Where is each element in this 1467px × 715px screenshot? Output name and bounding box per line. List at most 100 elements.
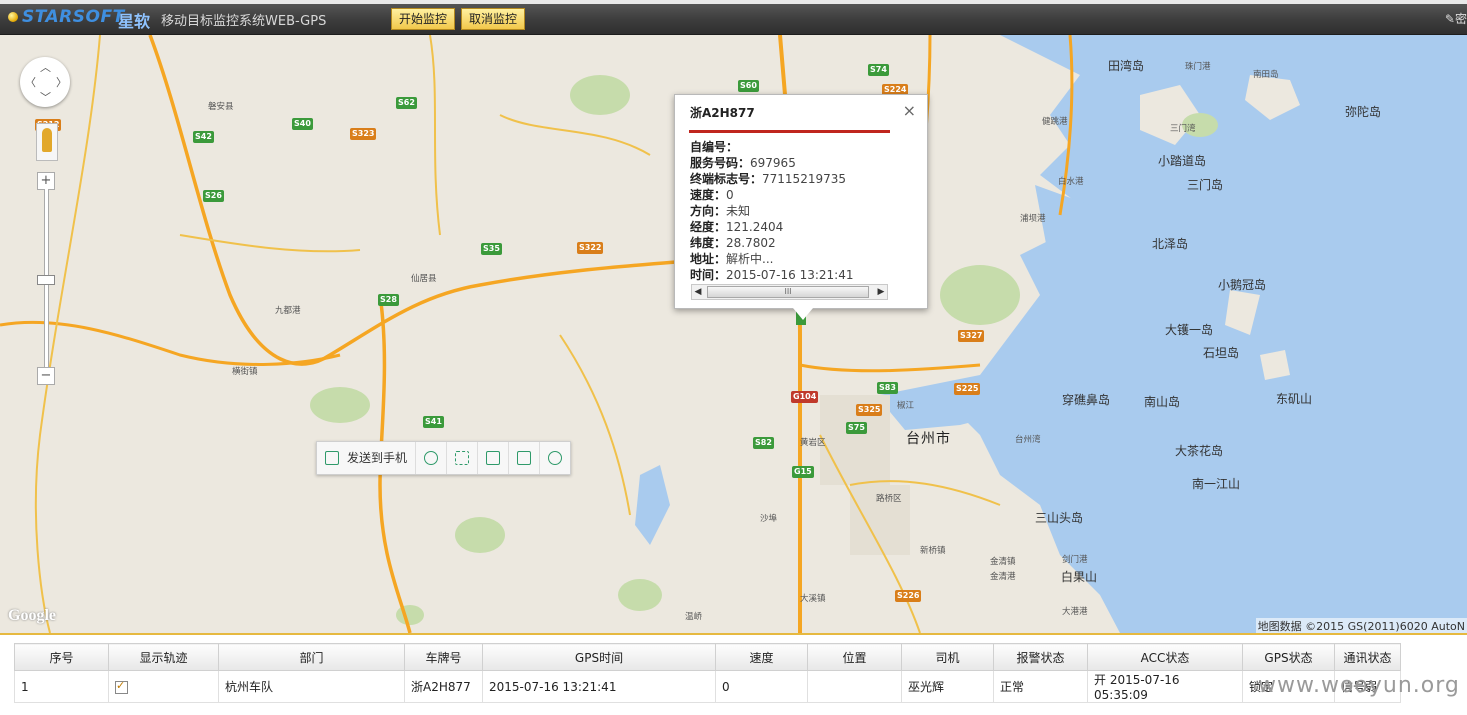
pan-up-icon[interactable]: ︿: [40, 59, 51, 75]
pan-down-icon[interactable]: ﹀: [40, 89, 51, 105]
place-label: 仙居县: [411, 274, 437, 284]
popup-value: 解析中...: [726, 252, 774, 266]
cell-plate: 浙A2H877: [404, 670, 483, 703]
road-shield: S74: [868, 64, 889, 76]
pan-left-icon[interactable]: 〈: [25, 74, 36, 90]
share-icon: [517, 451, 532, 465]
popup-h-scrollbar[interactable]: ◀ III ▶: [691, 284, 888, 300]
cell-index: 1: [14, 670, 109, 703]
place-label: 台州湾: [1015, 435, 1041, 445]
cell-driver: 巫光辉: [901, 670, 994, 703]
cloud-button[interactable]: [416, 442, 448, 474]
col-header[interactable]: 速度: [715, 643, 808, 671]
road-shield: G15: [792, 466, 814, 478]
popup-key: 服务号码：: [690, 156, 751, 170]
place-label: 大茶花岛: [1175, 444, 1224, 458]
logo-icon: [8, 12, 18, 22]
scroll-right-icon[interactable]: ▶: [875, 285, 887, 299]
popup-value: 未知: [726, 204, 751, 218]
map-toolbar: 发送到手机: [316, 441, 572, 475]
share-button[interactable]: [509, 442, 541, 474]
place-label: 剑门港: [1062, 555, 1088, 565]
place-label: 南山岛: [1144, 395, 1181, 409]
place-label: 磐安县: [208, 102, 234, 112]
logo-text: STARSOFT: [22, 7, 125, 27]
send-to-phone-label: 发送到手机: [347, 451, 408, 465]
road-shield: S83: [877, 382, 898, 394]
popup-row: 自编号：: [690, 139, 853, 155]
save-button[interactable]: [478, 442, 510, 474]
cell-dept: 杭州车队: [218, 670, 405, 703]
popup-row: 服务号码：697965: [690, 155, 853, 171]
place-label: 大港港: [1062, 607, 1088, 617]
place-label: 大溪镇: [800, 594, 826, 604]
cell-alarm: 正常: [993, 670, 1088, 703]
popup-key: 速度：: [690, 188, 727, 202]
close-icon[interactable]: ×: [903, 101, 916, 120]
settings-button[interactable]: [540, 442, 570, 474]
popup-row: 时间：2015-07-16 13:21:41: [690, 267, 853, 283]
road-shield: S325: [856, 404, 883, 416]
pencil-icon: ✎: [1444, 12, 1455, 26]
send-icon: [325, 451, 339, 465]
street-view-pegman-icon[interactable]: [36, 123, 58, 161]
start-monitor-button[interactable]: 开始监控: [391, 8, 456, 30]
col-header[interactable]: ACC状态: [1087, 643, 1243, 671]
road-shield: S28: [378, 294, 399, 306]
top-strip: [0, 0, 1467, 4]
pan-control[interactable]: ︿ ﹀ 〈 〉: [20, 57, 70, 107]
road-shield: S225: [954, 383, 981, 395]
scroll-left-icon[interactable]: ◀: [692, 285, 704, 299]
col-header[interactable]: 序号: [14, 643, 109, 671]
cell-show-track: [108, 670, 219, 703]
zoom-out-button[interactable]: −: [37, 367, 55, 385]
col-header[interactable]: 车牌号: [404, 643, 483, 671]
app-title: 移动目标监控系统WEB-GPS: [161, 14, 327, 29]
popup-divider: [689, 130, 890, 133]
col-header[interactable]: GPS时间: [482, 643, 716, 671]
pan-right-icon[interactable]: 〉: [56, 74, 67, 90]
road-shield: S26: [203, 190, 224, 202]
place-label: 三门湾: [1170, 124, 1196, 134]
place-label: 三山头岛: [1035, 511, 1084, 525]
col-header[interactable]: 报警状态: [993, 643, 1088, 671]
place-label: 浦坝港: [1020, 214, 1046, 224]
col-header[interactable]: 显示轨迹: [108, 643, 219, 671]
place-label: 穿礁鼻岛: [1062, 393, 1111, 407]
col-header[interactable]: 位置: [807, 643, 902, 671]
popup-key: 方向：: [690, 204, 727, 218]
password-link[interactable]: ✎密: [1445, 10, 1467, 27]
google-logo: Google: [8, 607, 56, 624]
place-label: 珠门港: [1185, 62, 1211, 72]
popup-row: 终端标志号：77115219735: [690, 171, 853, 187]
zoom-slider-thumb[interactable]: [37, 275, 55, 285]
send-to-phone-button[interactable]: 发送到手机: [317, 442, 417, 474]
place-label: 新桥镇: [920, 546, 946, 556]
road-shield: S75: [846, 422, 867, 434]
map-canvas[interactable]: 田湾岛 珠门港 南田岛 弥陀岛 三门湾 小踏道岛 三门岛 北泽岛 小鹅冠岛 大镬…: [0, 35, 1467, 633]
save-icon: [486, 451, 501, 465]
place-label: 石坦岛: [1203, 346, 1240, 360]
road-shield: S82: [753, 437, 774, 449]
popup-value: 2015-07-16 13:21:41: [726, 268, 854, 282]
cancel-monitor-button[interactable]: 取消监控: [461, 8, 526, 30]
col-header[interactable]: GPS状态: [1242, 643, 1335, 671]
col-header[interactable]: 部门: [218, 643, 405, 671]
table-row[interactable]: 1 杭州车队 浙A2H877 2015-07-16 13:21:41 0 巫光辉…: [14, 670, 1401, 703]
place-label: 大镬一岛: [1165, 323, 1214, 337]
cell-speed: 0: [715, 670, 808, 703]
col-header[interactable]: 司机: [901, 643, 994, 671]
place-label: 白果山: [1061, 570, 1098, 584]
popup-key: 地址：: [690, 252, 727, 266]
popup-key: 经度：: [690, 220, 727, 234]
place-label: 九都港: [275, 306, 301, 316]
show-track-checkbox[interactable]: [115, 679, 128, 694]
place-label: 北泽岛: [1152, 237, 1189, 251]
popup-value: 0: [726, 188, 734, 202]
scroll-thumb[interactable]: III: [707, 286, 869, 298]
col-header[interactable]: 通讯状态: [1334, 643, 1401, 671]
fullscreen-button[interactable]: [447, 442, 479, 474]
grid-top-border: [0, 633, 1467, 635]
place-label: 黄岩区: [800, 438, 826, 448]
zoom-in-button[interactable]: +: [37, 172, 55, 190]
